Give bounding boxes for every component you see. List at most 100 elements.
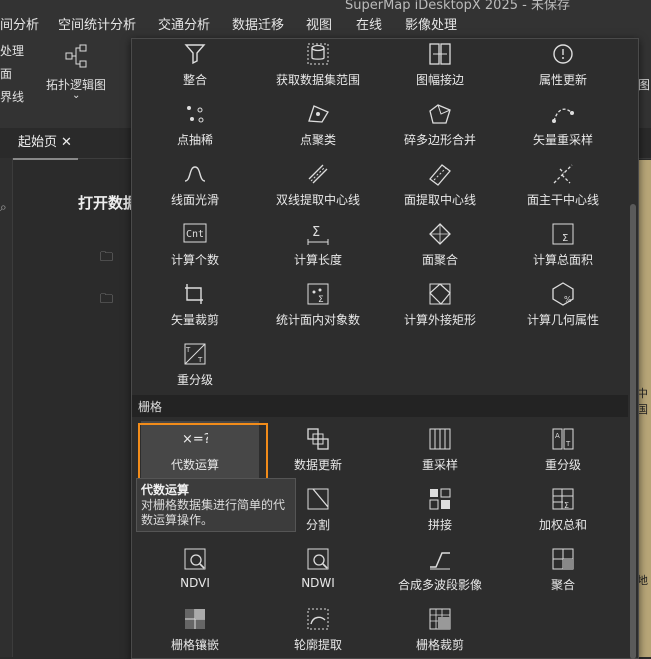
svg-text:Σ: Σ — [562, 233, 568, 244]
vector-tool[interactable]: 双线提取中心线 — [257, 157, 379, 213]
raster-tool[interactable]: A T 重分级 — [502, 422, 624, 478]
vector-tool-label: 计算个数 — [170, 253, 219, 267]
vector-tool-label: 获取数据集范围 — [275, 73, 360, 87]
raster-tool[interactable]: 拼接 — [379, 482, 501, 538]
menu-spatial-analysis[interactable]: 间分析 — [0, 14, 39, 33]
menu-online[interactable]: 在线 — [356, 14, 382, 33]
trunk-centerline-icon — [553, 164, 573, 184]
folder-icon[interactable]: 🗀 — [100, 290, 113, 312]
vector-tool[interactable]: % 计算几何属性 — [502, 277, 624, 333]
tooltip-body: 对栅格数据集进行简单的代数运算操作。 — [141, 498, 286, 527]
vector-tool[interactable]: 获取数据集范围 — [257, 37, 379, 93]
menu-bar: SuperMap iDesktopX 2025 - 未保存 间分析 空间统计分析… — [0, 0, 651, 36]
point-cluster-icon — [308, 105, 329, 123]
raster-tool[interactable]: 轮廓提取 — [257, 602, 379, 658]
vector-tool[interactable]: 碎多边形合并 — [379, 97, 501, 153]
window-title: SuperMap iDesktopX 2025 - 未保存 — [345, 0, 570, 13]
raster-tool-label: 重采样 — [421, 458, 458, 472]
menu-image-processing[interactable]: 影像处理 — [405, 14, 457, 33]
vector-tool-label: 碎多边形合并 — [403, 133, 476, 147]
vector-tool[interactable]: 面聚合 — [379, 217, 501, 273]
bounding-rect-icon — [429, 283, 451, 305]
vector-tool[interactable]: 属性更新 — [502, 37, 624, 93]
vector-tool-label: 属性更新 — [538, 73, 587, 87]
raster-tool-label: NDWI — [301, 576, 335, 590]
vector-tool[interactable]: 整合 — [134, 37, 256, 93]
tab-start-page[interactable]: 起始页 ✕ — [12, 128, 78, 160]
ribbon-item-boundary[interactable]: 界线 — [0, 88, 24, 105]
menu-view[interactable]: 视图 — [306, 14, 332, 33]
vector-tool-label: 点抽稀 — [176, 133, 213, 147]
vector-tool[interactable]: Σ 计算长度 — [257, 217, 379, 273]
vector-tool[interactable]: 矢量重采样 — [502, 97, 624, 153]
raster-tool[interactable]: Σ 加权总和 — [502, 482, 624, 538]
vector-tool-label: 计算长度 — [293, 253, 342, 267]
tooltip-title: 代数运算 — [141, 483, 190, 497]
mosaic-join-icon — [429, 488, 451, 510]
region-centerline-icon — [429, 164, 451, 186]
ribbon-item-process[interactable]: 处理 — [0, 42, 24, 59]
vector-tool-label: 计算外接矩形 — [403, 313, 476, 327]
vector-tool-label: 重分级 — [176, 373, 213, 387]
svg-text:T: T — [197, 356, 203, 364]
menu-traffic-analysis[interactable]: 交通分析 — [158, 14, 210, 33]
vector-tool[interactable]: T T 重分级 — [134, 337, 256, 393]
raster-tool[interactable]: 数据更新 — [257, 422, 379, 478]
edge-match-icon — [429, 43, 451, 65]
vector-tool-label: 面主干中心线 — [526, 193, 599, 207]
reclassify-icon: TT — [184, 343, 206, 365]
vector-tool-label: 图幅接边 — [415, 73, 464, 87]
vector-tool[interactable]: Σ 计算总面积 — [502, 217, 624, 273]
vector-tool[interactable]: 计算外接矩形 — [379, 277, 501, 333]
vector-tool[interactable]: Σ 统计面内对象数 — [257, 277, 379, 333]
svg-text:%: % — [564, 295, 572, 304]
vector-tool[interactable]: 矢量裁剪 — [134, 277, 256, 333]
vector-tool[interactable]: 图幅接边 — [379, 37, 501, 93]
count-icon: Cnt — [183, 223, 207, 243]
raster-tool[interactable]: 合成多波段影像 — [379, 542, 501, 598]
topology-icon — [64, 44, 90, 71]
total-area-icon: Σ — [552, 223, 574, 245]
vector-tool[interactable]: 点聚类 — [257, 97, 379, 153]
close-icon[interactable]: ✕ — [61, 135, 72, 150]
raster-tool[interactable]: 栅格裁剪 — [379, 602, 501, 658]
vector-tool[interactable]: 面提取中心线 — [379, 157, 501, 213]
vector-tool[interactable]: 面主干中心线 — [502, 157, 624, 213]
raster-tool[interactable]: NDVI — [134, 542, 256, 598]
vector-tool[interactable]: 线面光滑 — [134, 157, 256, 213]
raster-tool-label: 轮廓提取 — [293, 638, 342, 652]
scroll-thumb[interactable] — [630, 204, 636, 659]
attribute-update-icon — [553, 44, 573, 64]
ribbon-item-region[interactable]: 面 — [0, 65, 12, 82]
aggregate-icon — [552, 548, 574, 570]
polygon-merge-icon — [429, 104, 451, 124]
smooth-icon — [184, 166, 206, 182]
raster-section-header: 栅格 — [132, 395, 628, 417]
search-icon[interactable]: ⌕ — [0, 200, 7, 215]
vector-tool-label: 矢量裁剪 — [170, 313, 219, 327]
scrollbar[interactable] — [628, 39, 638, 659]
tab-label: 起始页 — [18, 135, 58, 150]
count-in-region-icon: Σ — [307, 283, 329, 305]
folder-icon[interactable]: 🗀 — [100, 248, 113, 270]
contour-extract-icon — [307, 608, 329, 630]
chevron-down-icon[interactable]: ⌄ — [72, 90, 80, 101]
menu-data-migration[interactable]: 数据迁移 — [232, 14, 284, 33]
split-icon — [307, 488, 329, 510]
vector-tool-label: 双线提取中心线 — [275, 193, 360, 207]
vector-tool-label: 线面光滑 — [170, 193, 219, 207]
raster-tool[interactable]: 栅格镶嵌 — [134, 602, 256, 658]
raster-tool[interactable]: 重采样 — [379, 422, 501, 478]
raster-tool[interactable]: 聚合 — [502, 542, 624, 598]
ndwi-icon — [307, 548, 329, 570]
svg-text:T: T — [565, 440, 571, 448]
raster-tool-label: 拼接 — [427, 518, 452, 532]
svg-text:Cnt: Cnt — [186, 229, 204, 240]
raster-tool-label: 重分级 — [544, 458, 581, 472]
svg-text:T: T — [185, 346, 191, 354]
svg-text:Σ: Σ — [312, 225, 320, 240]
vector-tool[interactable]: Cnt 计算个数 — [134, 217, 256, 273]
menu-spatial-statistics[interactable]: 空间统计分析 — [58, 14, 136, 33]
vector-tool[interactable]: 点抽稀 — [134, 97, 256, 153]
raster-tool[interactable]: NDWI — [257, 542, 379, 598]
